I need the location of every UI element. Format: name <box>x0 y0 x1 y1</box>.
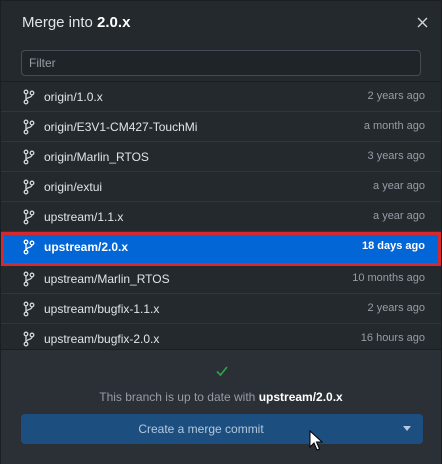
merge-button-label: Create a merge commit <box>138 422 264 436</box>
branch-row[interactable]: upstream/bugfix-1.1.x 2 years ago <box>1 294 441 324</box>
branch-name: upstream/1.1.x <box>44 210 124 224</box>
git-branch-icon <box>22 149 36 165</box>
branch-updated-time: 2 years ago <box>367 302 425 314</box>
branch-name: upstream/2.0.x <box>44 240 129 254</box>
branch-name: origin/1.0.x <box>44 90 103 104</box>
git-branch-icon <box>22 331 36 347</box>
git-branch-icon <box>22 301 36 317</box>
branch-row[interactable]: origin/extui a year ago <box>1 172 441 202</box>
create-merge-commit-button[interactable]: Create a merge commit <box>21 414 423 444</box>
branch-name: upstream/bugfix-1.1.x <box>44 302 160 316</box>
git-branch-icon <box>22 239 36 255</box>
branch-updated-time: a month ago <box>363 120 425 132</box>
branch-name: upstream/bugfix-2.0.x <box>44 332 160 346</box>
branch-row[interactable]: upstream/bugfix-2.0.x 16 hours ago <box>1 324 441 350</box>
filter-input[interactable] <box>21 50 421 76</box>
status-branch: upstream/2.0.x <box>258 390 343 404</box>
branch-list: origin/1.0.x 2 years ago origin/E3V1-CM427… <box>1 81 441 350</box>
branch-name: origin/extui <box>44 180 103 194</box>
merge-dialog: Merge into 2.0.x origin/1.0.x 2 years ago… <box>0 0 442 464</box>
branch-row-selected[interactable]: upstream/2.0.x 18 days ago <box>1 232 441 266</box>
branch-name: origin/Marlin_RTOS <box>44 150 149 164</box>
git-branch-icon <box>22 209 36 225</box>
branch-row[interactable]: origin/1.0.x 2 years ago <box>1 82 441 112</box>
status-text: This branch is up to date with <box>99 390 256 404</box>
branch-updated-time: 18 days ago <box>362 240 425 252</box>
merge-footer: This branch is up to date with upstream/… <box>1 349 441 464</box>
branch-row[interactable]: origin/E3V1-CM427-TouchMi a month ago <box>1 112 441 142</box>
branch-updated-time: 10 months ago <box>352 272 425 284</box>
title-prefix: Merge into <box>22 14 93 31</box>
git-branch-icon <box>22 89 36 105</box>
filter-container <box>21 50 421 76</box>
git-branch-icon <box>22 119 36 135</box>
branch-updated-time: a year ago <box>373 210 425 222</box>
branch-row[interactable]: origin/Marlin_RTOS 3 years ago <box>1 142 441 172</box>
check-icon <box>215 364 229 378</box>
git-branch-icon <box>22 179 36 195</box>
close-icon[interactable] <box>413 13 431 31</box>
dialog-title: Merge into 2.0.x <box>22 14 130 31</box>
merge-status: This branch is up to date with upstream/… <box>1 390 441 404</box>
chevron-down-icon[interactable] <box>403 426 411 431</box>
branch-row[interactable]: upstream/1.1.x a year ago <box>1 202 441 232</box>
branch-updated-time: 2 years ago <box>367 90 425 102</box>
branch-updated-time: 16 hours ago <box>360 332 425 344</box>
branch-name: upstream/Marlin_RTOS <box>44 272 170 286</box>
branch-name: origin/E3V1-CM427-TouchMi <box>44 120 198 134</box>
branch-row[interactable]: upstream/Marlin_RTOS 10 months ago <box>1 264 441 294</box>
title-branch: 2.0.x <box>97 14 131 31</box>
git-branch-icon <box>22 271 36 287</box>
branch-updated-time: 3 years ago <box>367 150 425 162</box>
dialog-header: Merge into 2.0.x <box>1 1 441 45</box>
branch-updated-time: a year ago <box>373 180 425 192</box>
